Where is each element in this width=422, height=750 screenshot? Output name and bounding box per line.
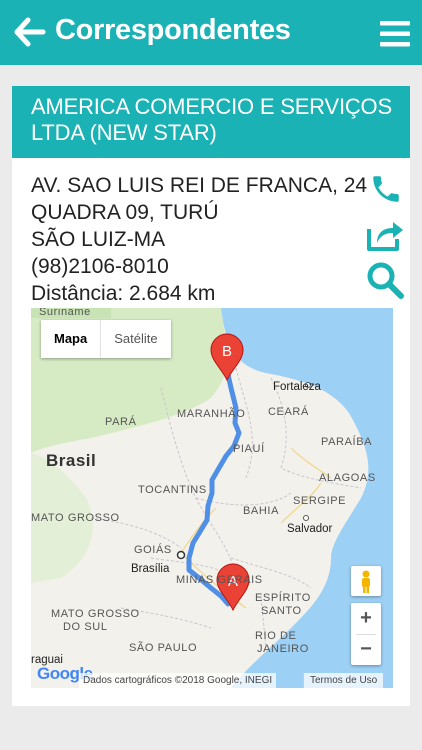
correspondent-card: AMERICA COMERCIO E SERVIÇOS LTDA (NEW ST… <box>12 86 410 706</box>
map-label-ceara: CEARÁ <box>268 406 309 418</box>
terms-of-use-link[interactable]: Termos de Uso <box>303 673 384 688</box>
map-label-sao-paulo: SÃO PAULO <box>129 642 198 654</box>
map-label-bahia: BAHIA <box>243 505 280 517</box>
map-label-piaui: PIAUÍ <box>233 443 265 455</box>
zoom-controls: + − <box>351 603 381 665</box>
map-attribution: Dados cartográficos ©2018 Google, INEGI <box>79 673 277 688</box>
map-type-mapa[interactable]: Mapa <box>41 320 102 358</box>
map-label-goias: GOIÁS <box>134 544 172 556</box>
map-label-tocantins: TOCANTINS <box>138 484 207 496</box>
map-type-satelite[interactable]: Satélite <box>101 320 170 358</box>
map-label-suriname: Suriname <box>39 308 91 318</box>
hamburger-menu-icon[interactable] <box>380 20 410 48</box>
address-line-2: QUADRA 09, TURÚ <box>31 201 219 224</box>
marker-b-label: B <box>222 343 232 360</box>
correspondent-name-header: AMERICA COMERCIO E SERVIÇOS LTDA (NEW ST… <box>12 86 410 158</box>
page-title: Correspondentes <box>55 14 291 46</box>
map-label-sergipe: SERGIPE <box>293 495 347 507</box>
zoom-out-button[interactable]: − <box>351 634 381 665</box>
street-view-button[interactable] <box>351 566 381 596</box>
arrow-left-icon[interactable] <box>14 16 46 48</box>
correspondent-info: AV. SAO LUIS REI DE FRANCA, 24 QUADRA 09… <box>31 172 368 307</box>
pegman-icon <box>362 570 370 593</box>
top-app-bar: Correspondentes <box>0 0 422 65</box>
phone-number[interactable]: (98)2106-8010 <box>31 253 341 280</box>
route-map[interactable]: B A Suriname Brasil PARÁ MARANHÃO CEARÁ … <box>31 308 393 688</box>
distance: Distância: 2.684 km <box>31 282 216 305</box>
address-line-1: AV. SAO LUIS REI DE FRANCA, 24 <box>31 174 368 197</box>
zoom-divider <box>356 634 376 635</box>
map-label-paraiba: PARAÍBA <box>321 436 373 448</box>
map-label-mato-grosso: MATO GROSSO <box>31 512 120 524</box>
map-label-espirito-santo-1: ESPÍRITO <box>255 592 311 604</box>
map-label-salvador: Salvador <box>287 523 333 535</box>
correspondent-name: AMERICA COMERCIO E SERVIÇOS LTDA (NEW ST… <box>31 94 392 145</box>
share-icon[interactable] <box>365 217 405 253</box>
map-label-para: PARÁ <box>105 416 137 428</box>
map-label-fortaleza: Fortaleza <box>273 381 321 393</box>
city-state: SÃO LUIZ-MA <box>31 228 166 251</box>
map-type-toggle: Mapa Satélite <box>41 320 171 358</box>
zoom-in-button[interactable]: + <box>351 603 381 634</box>
map-label-rio-de-janeiro-2: JANEIRO <box>257 643 309 655</box>
map-label-mato-grosso-do-sul-1: MATO GROSSO <box>51 608 140 620</box>
map-label-mato-grosso-do-sul-2: DO SUL <box>63 621 108 633</box>
map-label-espirito-santo-2: SANTO <box>261 605 302 617</box>
map-label-maranhao: MARANHÃO <box>177 408 246 420</box>
map-label-rio-de-janeiro-1: RIO DE <box>255 630 297 642</box>
map-label-brasilia: Brasília <box>131 563 170 575</box>
phone-icon[interactable] <box>369 172 403 206</box>
map-label-brasil: Brasil <box>46 451 97 470</box>
search-icon[interactable] <box>365 260 405 300</box>
map-label-minas-gerais: MINAS GERAIS <box>176 574 263 586</box>
map-label-alagoas: ALAGOAS <box>319 472 376 484</box>
